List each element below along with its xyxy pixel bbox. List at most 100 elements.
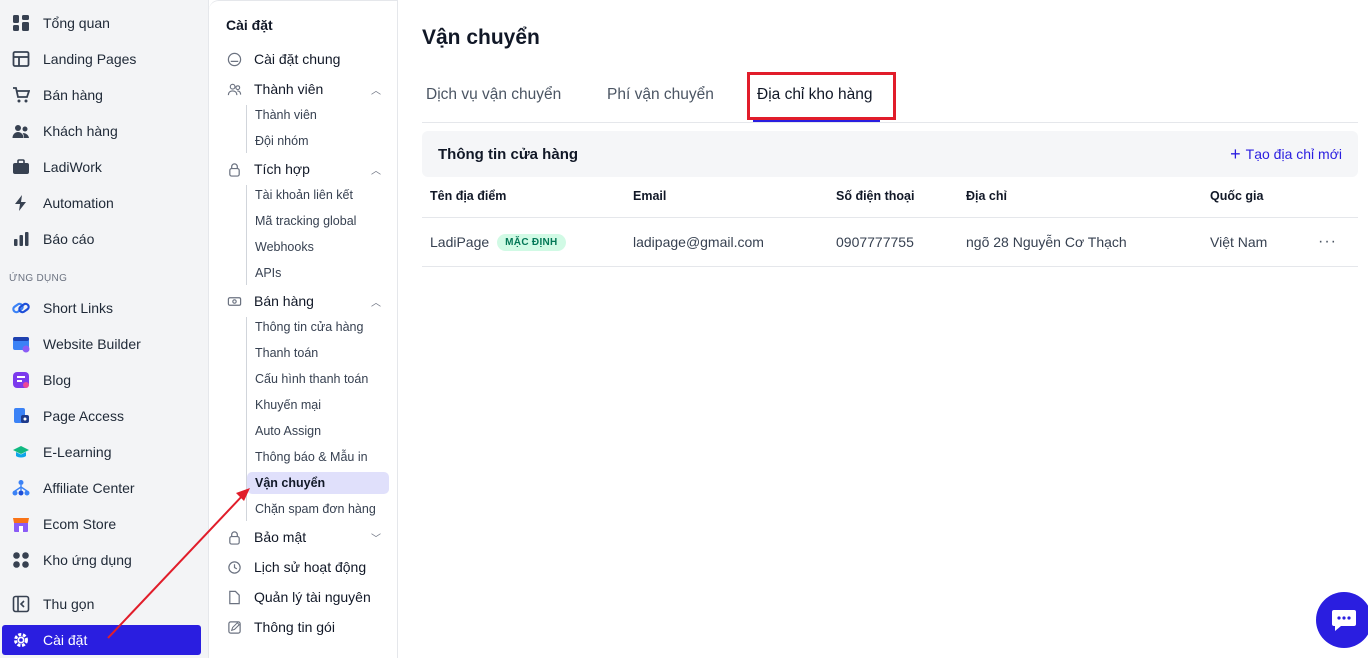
sales-label: Bán hàng (254, 293, 314, 309)
sidebar-item-label: Blog (43, 372, 72, 388)
settings-sub-notifications[interactable]: Thông báo & Mẫu in (255, 446, 368, 468)
lock-icon (225, 160, 243, 178)
sidebar-item-label: Tổng quan (43, 15, 110, 31)
cell-country: Việt Nam (1210, 234, 1268, 250)
settings-sub-linked-accounts[interactable]: Tài khoản liên kết (255, 184, 353, 206)
chevron-down-icon: ﹀ (371, 533, 381, 545)
security-lock-icon (225, 528, 243, 546)
main-content: Vận chuyển Dịch vụ vận chuyển Phí vận ch… (398, 0, 1368, 658)
sidebar-item-label: E-Learning (43, 444, 112, 460)
chat-icon (1332, 610, 1356, 631)
settings-sub-shipping[interactable]: Vận chuyển (247, 472, 389, 494)
tabs-divider (422, 122, 1358, 123)
collapse-button[interactable]: Thu gọn (0, 590, 209, 618)
settings-sub-payment[interactable]: Thanh toán (255, 342, 318, 364)
sidebar-item-page-access[interactable]: Page Access (0, 402, 209, 430)
tab-shipping-fees[interactable]: Phí vận chuyển (607, 86, 714, 104)
sidebar-item-label: Ecom Store (43, 516, 117, 532)
settings-sub-webhooks[interactable]: Webhooks (255, 236, 314, 258)
members-tree-line (246, 105, 247, 153)
settings-sub-payment-config[interactable]: Cấu hình thanh toán (255, 368, 368, 390)
sidebar-item-customers[interactable]: Khách hàng (0, 117, 209, 145)
sidebar-item-overview[interactable]: Tổng quan (0, 9, 209, 37)
app-root: Tổng quan Landing Pages Bán hàng Khách h… (0, 0, 1368, 658)
sidebar-item-label: Bán hàng (43, 87, 103, 103)
settings-group-integration[interactable]: Tích hợp ︿ (225, 158, 381, 180)
chevron-up-icon: ︿ (371, 165, 381, 177)
plus-icon: + (1230, 144, 1241, 164)
settings-general[interactable]: Cài đặt chung (225, 48, 381, 70)
row-divider (422, 266, 1358, 267)
sidebar-item-label: Khách hàng (43, 123, 118, 139)
page-title: Vận chuyển (422, 26, 540, 49)
settings-sub-auto-assign[interactable]: Auto Assign (255, 420, 321, 442)
settings-activity-log[interactable]: Lịch sử hoạt động (225, 556, 381, 578)
file-icon (225, 588, 243, 606)
settings-sub-promotions[interactable]: Khuyến mại (255, 394, 321, 416)
new-address-button[interactable]: + Tạo địa chỉ mới (1230, 145, 1342, 163)
column-header-country: Quốc gia (1210, 189, 1264, 203)
sidebar-item-short-links[interactable]: Short Links (0, 294, 209, 322)
sidebar-item-affiliate[interactable]: Affiliate Center (0, 474, 209, 502)
main-sidebar: Tổng quan Landing Pages Bán hàng Khách h… (0, 0, 209, 658)
settings-sub-members[interactable]: Thành viên (255, 104, 317, 126)
cell-phone: 0907777755 (836, 234, 914, 250)
row-more-menu-icon[interactable]: ··· (1318, 233, 1337, 251)
settings-sub-spam-block[interactable]: Chặn spam đơn hàng (255, 498, 376, 520)
new-address-label: Tạo địa chỉ mới (1245, 146, 1342, 162)
column-header-email: Email (633, 189, 667, 203)
tab-shipping-services[interactable]: Dịch vụ vận chuyển (426, 86, 561, 104)
sidebar-item-automation[interactable]: Automation (0, 189, 209, 217)
chat-button[interactable] (1316, 592, 1368, 648)
elearning-icon (11, 442, 31, 462)
column-header-name: Tên địa điểm (430, 189, 507, 203)
members-label: Thành viên (254, 81, 324, 97)
settings-group-members[interactable]: Thành viên ︿ (225, 78, 381, 100)
sidebar-item-label: Short Links (43, 300, 114, 316)
settings-sub-store-info[interactable]: Thông tin cửa hàng (255, 316, 363, 338)
cell-email: ladipage@gmail.com (633, 234, 764, 250)
collapse-icon (11, 594, 31, 614)
bolt-icon (11, 193, 31, 213)
apps-icon (11, 550, 31, 570)
sidebar-item-sales[interactable]: Bán hàng (0, 81, 209, 109)
settings-plan-info[interactable]: Thông tin gói (225, 616, 381, 638)
sidebar-item-label: Cài đặt (43, 632, 88, 648)
cell-address: ngõ 28 Nguyễn Cơ Thạch (966, 234, 1127, 250)
sidebar-item-website-builder[interactable]: Website Builder (0, 330, 209, 358)
sidebar-item-settings[interactable]: Cài đặt (2, 625, 201, 655)
cell-name: LadiPage MẶC ĐỊNH (430, 233, 566, 251)
sidebar-item-ecom-store[interactable]: Ecom Store (0, 510, 209, 538)
sidebar-item-label: Automation (43, 195, 114, 211)
default-badge: MẶC ĐỊNH (497, 233, 566, 251)
activity-label: Lịch sử hoạt động (254, 559, 367, 575)
bar-chart-icon (11, 229, 31, 249)
sales-icon (225, 292, 243, 310)
column-header-phone: Số điện thoại (836, 189, 915, 203)
settings-sub-tracking-global[interactable]: Mã tracking global (255, 210, 356, 232)
sidebar-item-elearning[interactable]: E-Learning (0, 438, 209, 466)
website-icon (11, 334, 31, 354)
sidebar-item-reports[interactable]: Báo cáo (0, 225, 209, 253)
sidebar-item-label: Kho ứng dụng (43, 552, 132, 568)
header-divider (422, 217, 1358, 218)
settings-resources[interactable]: Quản lý tài nguyên (225, 586, 381, 608)
sidebar-item-label: Page Access (43, 408, 124, 424)
sidebar-item-label: Website Builder (43, 336, 141, 352)
gear-icon (11, 630, 31, 650)
settings-sub-teams[interactable]: Đội nhóm (255, 130, 309, 152)
settings-group-security[interactable]: Bảo mật ﹀ (225, 526, 381, 548)
dashboard-icon (11, 13, 31, 33)
settings-sub-apis[interactable]: APIs (255, 262, 281, 284)
sidebar-item-label: LadiWork (43, 159, 102, 175)
sidebar-item-landing-pages[interactable]: Landing Pages (0, 45, 209, 73)
cart-icon (11, 85, 31, 105)
sidebar-item-ladiwork[interactable]: LadiWork (0, 153, 209, 181)
active-tab-indicator (753, 120, 880, 122)
location-name: LadiPage (430, 234, 490, 250)
blog-icon (11, 370, 31, 390)
settings-group-sales[interactable]: Bán hàng ︿ (225, 290, 381, 312)
sidebar-item-blog[interactable]: Blog (0, 366, 209, 394)
sidebar-item-app-store[interactable]: Kho ứng dụng (0, 546, 209, 574)
settings-general-icon (225, 50, 243, 68)
